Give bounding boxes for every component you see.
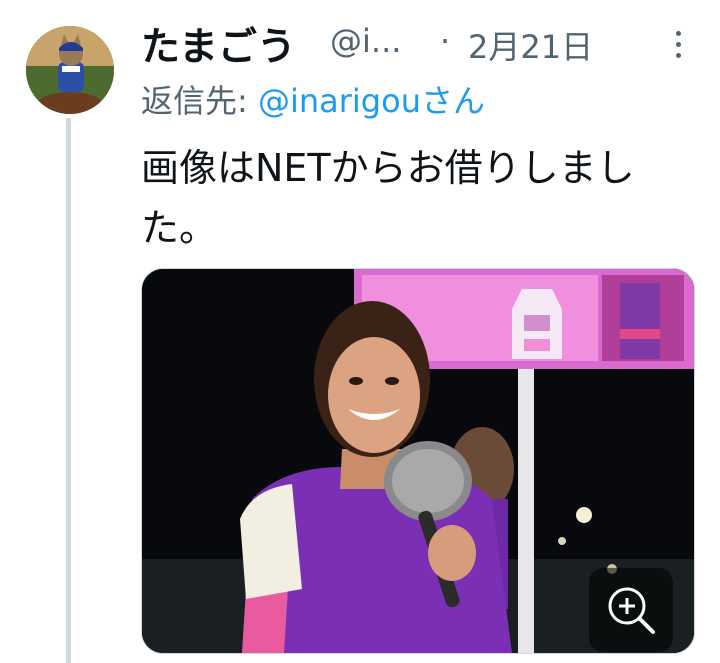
user-handle[interactable]: @i... (330, 22, 401, 60)
avatar-image (26, 26, 114, 114)
tweet-text: 画像はNETからお借りしました。 (141, 146, 635, 250)
zoom-in-icon[interactable] (589, 568, 673, 652)
more-vertical-icon[interactable] (671, 28, 685, 68)
tweet-header: たまごう @i... · 2月21日 (141, 14, 700, 70)
tweet-media-photo[interactable] (141, 268, 695, 654)
reply-mention-link[interactable]: @inarigou (258, 82, 421, 120)
separator-dot: · (440, 22, 451, 60)
reply-to-label: 返信先: (141, 82, 258, 120)
thread-line (66, 118, 71, 663)
reply-mention-suffix[interactable]: さん (421, 82, 485, 120)
display-name[interactable]: たまごう (141, 16, 296, 72)
reply-to-line: 返信先: @inarigouさん (141, 76, 485, 122)
tweet-date[interactable]: 2月21日 (468, 22, 593, 68)
avatar[interactable] (26, 26, 114, 114)
